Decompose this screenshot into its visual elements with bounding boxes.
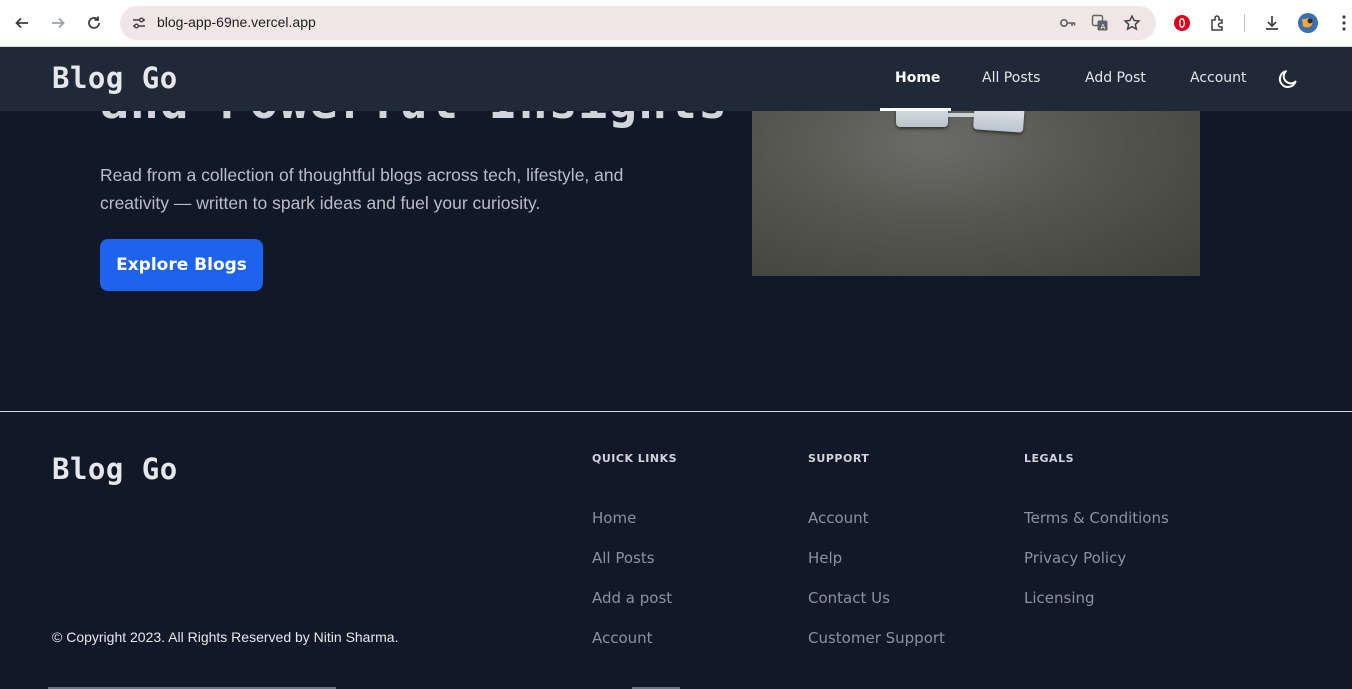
- footer-column-legals: LEGALS Terms & Conditions Privacy Policy…: [1024, 452, 1169, 628]
- site-header: Blog Go Home All Posts Add Post Account: [0, 47, 1352, 111]
- hero-image: [752, 111, 1200, 276]
- back-icon[interactable]: [11, 12, 33, 34]
- hero-title: and Powerful Insights: [100, 111, 728, 130]
- footer-link-terms[interactable]: Terms & Conditions: [1024, 508, 1169, 548]
- nav-account[interactable]: Account: [1190, 70, 1247, 86]
- footer-link-customer-support[interactable]: Customer Support: [808, 628, 945, 668]
- header-logo[interactable]: Blog Go: [52, 61, 178, 95]
- footer-column-quick-links: QUICK LINKS Home All Posts Add a post Ac…: [592, 452, 677, 668]
- nav-home[interactable]: Home: [895, 70, 940, 86]
- footer-link-help[interactable]: Help: [808, 548, 945, 588]
- reload-icon[interactable]: [83, 12, 105, 34]
- url-text[interactable]: blog-app-69ne.vercel.app: [157, 14, 316, 30]
- hero-section: and Powerful Insights Read from a collec…: [0, 111, 1352, 411]
- bookmark-star-icon[interactable]: [1123, 14, 1141, 32]
- moon-icon[interactable]: [1277, 68, 1299, 90]
- profile-avatar[interactable]: [1297, 12, 1319, 34]
- footer-logo[interactable]: Blog Go: [52, 452, 178, 486]
- nav-add-post[interactable]: Add Post: [1085, 70, 1146, 86]
- site-footer: Blog Go © Copyright 2023. All Rights Res…: [0, 412, 1352, 689]
- footer-heading: QUICK LINKS: [592, 452, 678, 465]
- footer-heading: LEGALS: [1024, 452, 1074, 465]
- keyboard-key-shape: [896, 111, 948, 127]
- toolbar-separator: [1244, 14, 1245, 32]
- address-bar[interactable]: blog-app-69ne.vercel.app A: [120, 6, 1156, 40]
- footer-column-support: SUPPORT Account Help Contact Us Customer…: [808, 452, 945, 668]
- footer-link-licensing[interactable]: Licensing: [1024, 588, 1169, 628]
- forward-icon[interactable]: [47, 12, 69, 34]
- footer-link-all-posts[interactable]: All Posts: [592, 548, 677, 588]
- footer-link-account[interactable]: Account: [592, 628, 677, 668]
- browser-menu-icon[interactable]: [1333, 12, 1352, 34]
- footer-link-contact-us[interactable]: Contact Us: [808, 588, 945, 628]
- key-connector-shape: [947, 113, 975, 117]
- footer-heading: SUPPORT: [808, 452, 870, 465]
- copyright-text: © Copyright 2023. All Rights Reserved by…: [52, 629, 399, 645]
- nav-all-posts[interactable]: All Posts: [982, 70, 1040, 86]
- footer-link-privacy[interactable]: Privacy Policy: [1024, 548, 1169, 588]
- footer-link-add-post[interactable]: Add a post: [592, 588, 677, 628]
- svg-text:A: A: [1101, 23, 1106, 31]
- download-icon[interactable]: [1261, 12, 1283, 34]
- footer-link-home[interactable]: Home: [592, 508, 677, 548]
- browser-toolbar: blog-app-69ne.vercel.app A: [0, 0, 1352, 47]
- explore-blogs-button[interactable]: Explore Blogs: [100, 239, 263, 291]
- translate-icon[interactable]: A: [1091, 14, 1109, 32]
- extensions-puzzle-icon[interactable]: [1207, 12, 1229, 34]
- opera-extension-icon[interactable]: [1171, 12, 1193, 34]
- site-settings-icon[interactable]: [131, 15, 147, 31]
- keyboard-key-shape: [973, 111, 1025, 133]
- footer-link-account[interactable]: Account: [808, 508, 945, 548]
- password-key-icon[interactable]: [1059, 14, 1077, 32]
- hero-description: Read from a collection of thoughtful blo…: [100, 165, 624, 213]
